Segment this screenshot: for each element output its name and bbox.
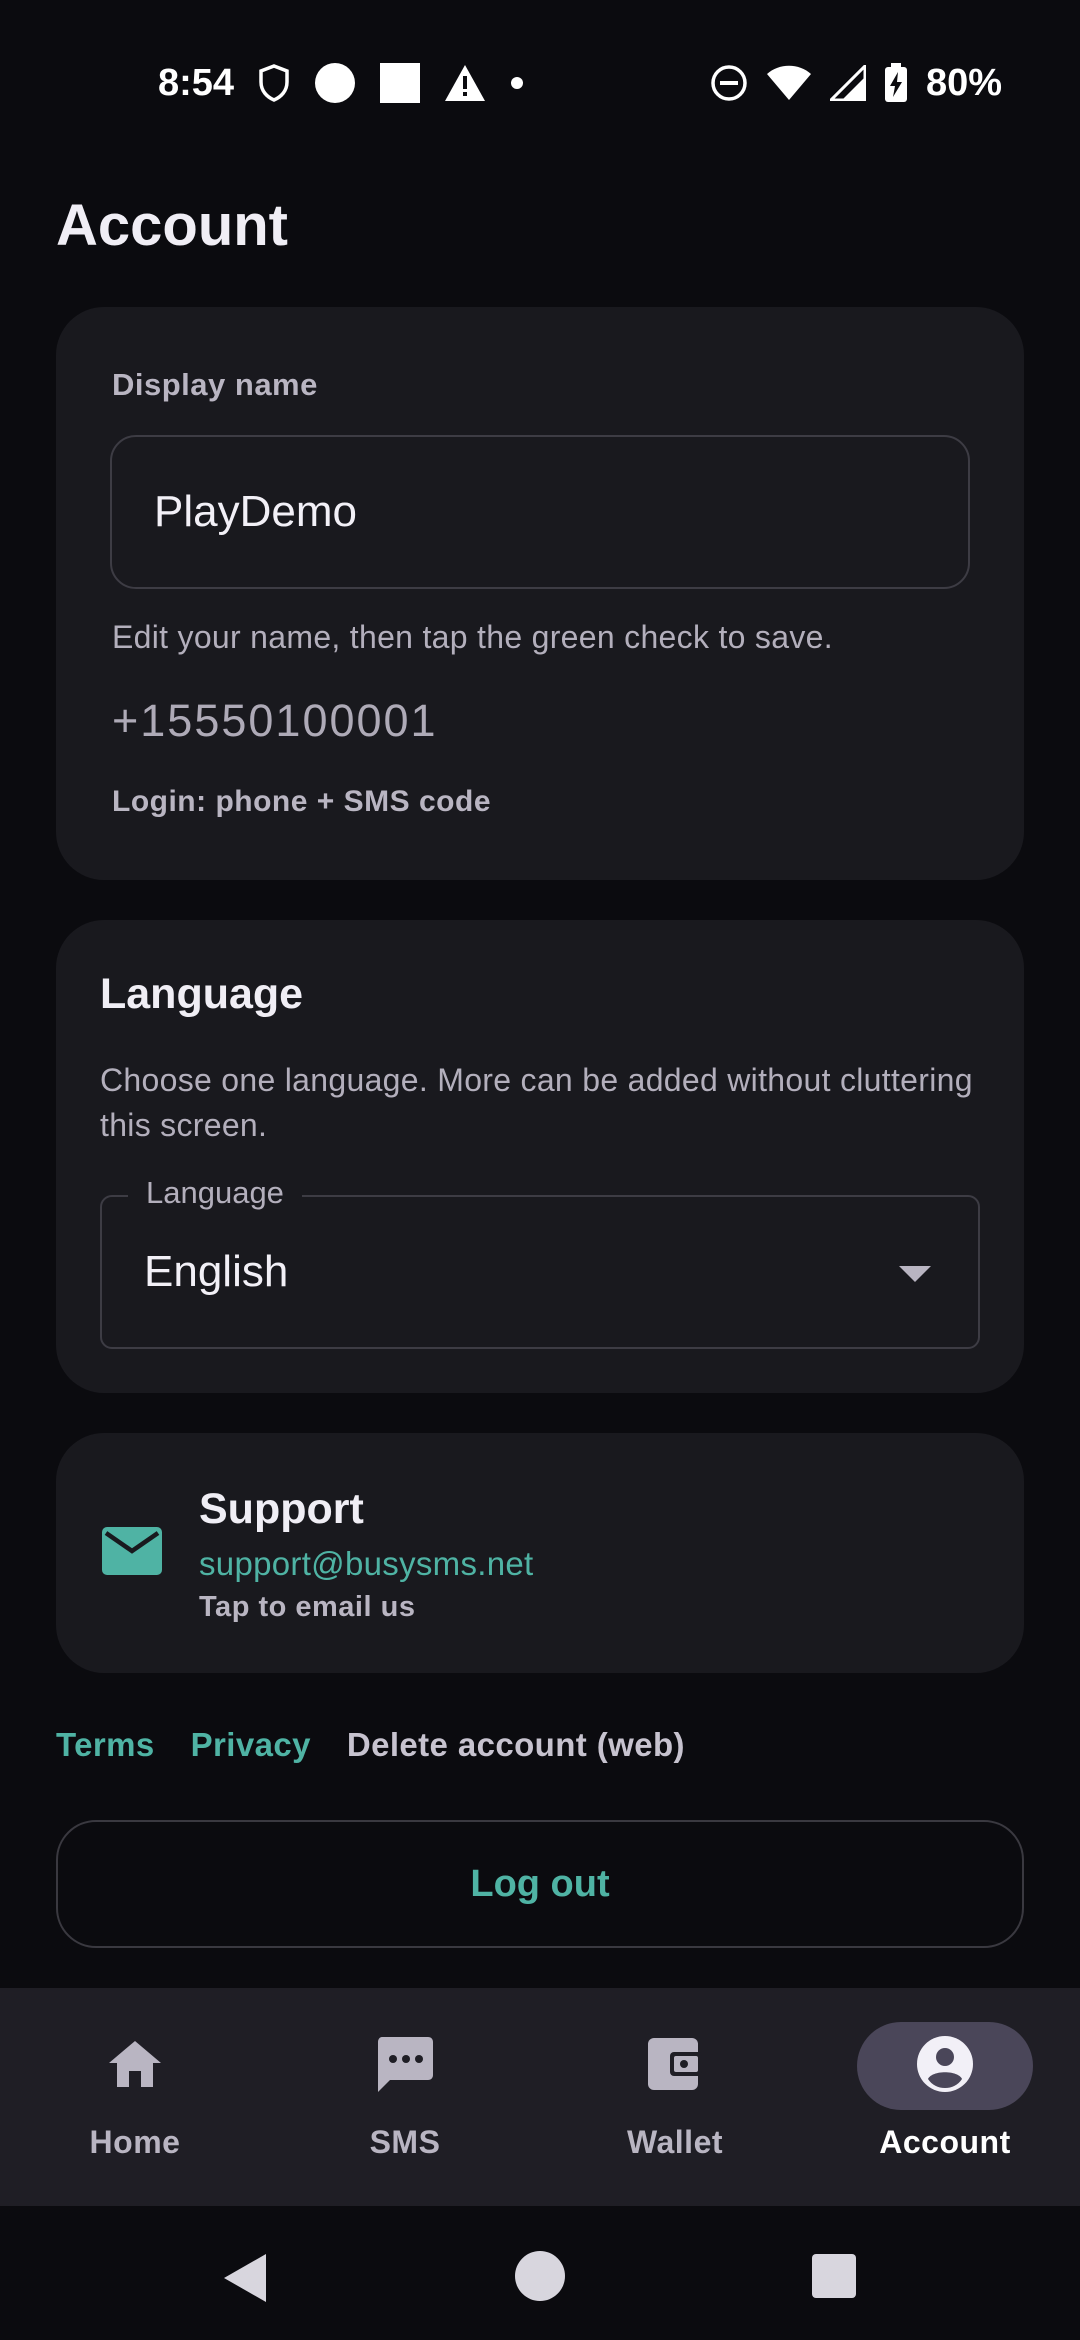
support-hint: Tap to email us bbox=[199, 1591, 416, 1623]
support-card[interactable]: Support support@busysms.net Tap to email… bbox=[56, 1433, 1024, 1673]
display-name-input[interactable] bbox=[110, 435, 970, 589]
wallet-icon bbox=[648, 2037, 702, 2095]
dropdown-arrow-icon bbox=[898, 1265, 932, 1288]
system-navigation-bar bbox=[0, 2206, 1080, 2340]
phone-number: +15550100001 bbox=[112, 695, 438, 746]
nav-label-wallet: Wallet bbox=[626, 2124, 724, 2160]
home-circle-icon[interactable] bbox=[514, 2250, 566, 2307]
nav-icon-container bbox=[47, 2022, 223, 2110]
privacy-link[interactable]: Privacy bbox=[191, 1726, 311, 1764]
logout-button[interactable]: Log out bbox=[56, 1820, 1024, 1948]
nav-icon-container bbox=[317, 2022, 493, 2110]
language-description: Choose one language. More can be added w… bbox=[100, 1062, 973, 1143]
page-title: Account bbox=[56, 193, 288, 258]
bottom-navigation: Home SMS Wallet Account bbox=[0, 1988, 1080, 2206]
nav-icon-container bbox=[587, 2022, 763, 2110]
shield-icon bbox=[258, 64, 290, 102]
terms-link[interactable]: Terms bbox=[56, 1726, 155, 1764]
circle-notification-icon bbox=[314, 62, 356, 104]
nav-label-home: Home bbox=[89, 2124, 181, 2160]
display-name-helper-text: Edit your name, then tap the green check… bbox=[112, 619, 833, 655]
language-title: Language bbox=[100, 970, 304, 1018]
status-bar: 8:54 80% bbox=[0, 0, 1080, 165]
account-screen: 8:54 80% Account Display name PlayDemo E… bbox=[0, 0, 1080, 2340]
wifi-icon bbox=[766, 65, 812, 101]
language-selected-value: English bbox=[144, 1247, 289, 1296]
square-notification-icon bbox=[380, 63, 421, 103]
nav-label-account: Account bbox=[879, 2124, 1011, 2160]
battery-percentage: 80% bbox=[925, 61, 1002, 104]
support-email-link[interactable]: support@busysms.net bbox=[199, 1545, 534, 1583]
language-card: Language Choose one language. More can b… bbox=[56, 920, 1024, 1393]
back-icon[interactable] bbox=[222, 2252, 268, 2309]
legal-links: Terms Privacy Delete account (web) bbox=[56, 1726, 685, 1764]
status-time: 8:54 bbox=[158, 61, 235, 104]
recents-square-icon[interactable] bbox=[812, 2254, 856, 2303]
mail-icon bbox=[102, 1527, 162, 1580]
support-title: Support bbox=[199, 1485, 364, 1533]
nav-item-home[interactable]: Home bbox=[0, 1988, 270, 2206]
home-icon bbox=[107, 2039, 163, 2094]
nav-item-sms[interactable]: SMS bbox=[270, 1988, 540, 2206]
login-method-text: Login: phone + SMS code bbox=[112, 785, 491, 818]
cellular-signal-icon bbox=[829, 65, 866, 101]
do-not-disturb-icon bbox=[710, 64, 748, 102]
warning-icon bbox=[444, 64, 486, 102]
nav-icon-container-active bbox=[857, 2022, 1033, 2110]
status-right: 80% bbox=[710, 56, 1002, 110]
delete-account-link[interactable]: Delete account (web) bbox=[347, 1726, 685, 1764]
account-icon bbox=[916, 2035, 974, 2098]
nav-label-sms: SMS bbox=[369, 2124, 441, 2160]
language-select-label: Language bbox=[128, 1175, 302, 1211]
sms-icon bbox=[376, 2035, 434, 2098]
battery-charging-icon bbox=[884, 63, 908, 103]
display-name-label: Display name bbox=[112, 367, 318, 402]
account-card: Display name Edit your name, then tap th… bbox=[56, 307, 1024, 880]
status-left: 8:54 bbox=[158, 56, 524, 110]
nav-item-account[interactable]: Account bbox=[810, 1988, 1080, 2206]
language-select[interactable]: Language English bbox=[100, 1175, 980, 1349]
dot-icon bbox=[510, 76, 524, 90]
nav-item-wallet[interactable]: Wallet bbox=[540, 1988, 810, 2206]
